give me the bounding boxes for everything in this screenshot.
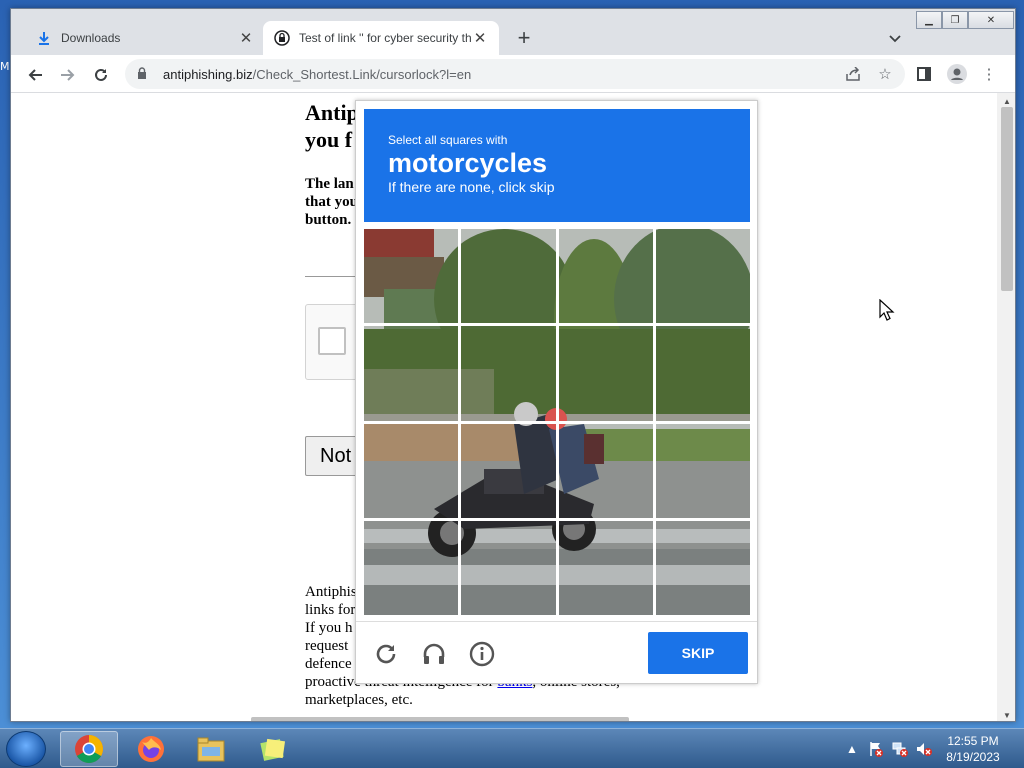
- grid-tile-7[interactable]: [558, 326, 653, 421]
- forward-icon[interactable]: [54, 61, 82, 89]
- grid-tile-11[interactable]: [558, 423, 653, 518]
- window-controls: ▁ ❐ ✕: [916, 11, 1014, 29]
- grid-tile-5[interactable]: [364, 326, 459, 421]
- recaptcha-challenge: Select all squares with motorcycles If t…: [355, 100, 758, 684]
- close-tab-icon[interactable]: ✕: [237, 29, 255, 47]
- padlock-icon: [137, 66, 151, 82]
- vertical-scrollbar[interactable]: ▲ ▼: [997, 93, 1015, 721]
- grid-tile-6[interactable]: [461, 326, 556, 421]
- scroll-down-icon[interactable]: ▼: [997, 707, 1015, 721]
- grid-tile-12[interactable]: [655, 423, 750, 518]
- tile-image: [364, 520, 459, 615]
- info-icon[interactable]: [467, 639, 497, 669]
- tile-image: [655, 229, 750, 324]
- close-window-icon[interactable]: ✕: [968, 11, 1014, 29]
- bookmark-star-icon[interactable]: ☆: [872, 61, 898, 87]
- share-icon[interactable]: [840, 61, 866, 87]
- profile-avatar-icon[interactable]: [944, 61, 970, 87]
- mouse-cursor-icon: [879, 299, 895, 321]
- url-path: /Check_Shortest.Link/cursorlock?l=en: [252, 66, 472, 82]
- desktop-letter: M: [0, 60, 10, 73]
- grid-tile-1[interactable]: [364, 229, 459, 324]
- download-icon: [35, 29, 53, 47]
- chrome-icon[interactable]: [60, 731, 118, 767]
- start-button[interactable]: [6, 731, 46, 767]
- grid-tile-2[interactable]: [461, 229, 556, 324]
- skip-button[interactable]: SKIP: [648, 632, 748, 674]
- browser-toolbar: antiphishing.biz/Check_Shortest.Link/cur…: [11, 55, 1015, 93]
- tab-label: Test of link '' for cyber security th: [299, 31, 471, 45]
- firefox-icon[interactable]: [122, 731, 180, 767]
- grid-tile-13[interactable]: [364, 520, 459, 615]
- grid-tile-8[interactable]: [655, 326, 750, 421]
- network-icon[interactable]: [888, 737, 912, 761]
- menu-kebab-icon[interactable]: ⋮: [976, 61, 1002, 87]
- tile-image: [461, 423, 556, 518]
- image-grid: [364, 229, 750, 615]
- tile-image: [558, 423, 653, 518]
- side-panel-icon[interactable]: [911, 61, 937, 87]
- reload-icon[interactable]: [371, 639, 401, 669]
- grid-tile-3[interactable]: [558, 229, 653, 324]
- tile-image: [558, 520, 653, 615]
- url-domain: antiphishing.biz: [163, 66, 253, 82]
- challenge-header: Select all squares with motorcycles If t…: [364, 109, 750, 222]
- challenge-instruction: Select all squares with: [388, 133, 508, 147]
- scroll-thumb[interactable]: [1001, 107, 1013, 291]
- tab-test-link[interactable]: Test of link '' for cyber security th ✕: [263, 21, 499, 55]
- volume-muted-icon[interactable]: [912, 737, 936, 761]
- chevron-down-icon[interactable]: [883, 27, 907, 51]
- taskbar: ▲ 12:55 PM 8/19/2023: [0, 728, 1024, 768]
- back-icon[interactable]: [21, 61, 49, 89]
- tile-image: [364, 326, 459, 421]
- file-explorer-icon[interactable]: [182, 731, 240, 767]
- clock-date: 8/19/2023: [946, 750, 1000, 764]
- address-bar[interactable]: antiphishing.biz/Check_Shortest.Link/cur…: [125, 59, 905, 89]
- close-tab-icon[interactable]: ✕: [471, 29, 489, 47]
- tab-downloads[interactable]: Downloads ✕: [25, 21, 265, 55]
- system-clock[interactable]: 12:55 PM 8/19/2023: [936, 733, 1010, 765]
- grid-tile-15[interactable]: [558, 520, 653, 615]
- audio-icon[interactable]: [419, 639, 449, 669]
- minimize-icon[interactable]: ▁: [916, 11, 942, 29]
- tile-image: [364, 229, 459, 324]
- lock-icon: [273, 29, 291, 47]
- system-tray: ▲: [840, 731, 936, 767]
- grid-tile-4[interactable]: [655, 229, 750, 324]
- clock-time: 12:55 PM: [947, 734, 999, 748]
- grid-tile-10[interactable]: [461, 423, 556, 518]
- description-line: marketplaces, etc.: [305, 692, 413, 708]
- tile-image: [558, 326, 653, 421]
- tab-strip: Downloads ✕ Test of link '' for cyber se…: [11, 9, 1015, 55]
- challenge-footer: SKIP: [356, 621, 757, 683]
- restore-icon[interactable]: ❐: [942, 11, 968, 29]
- tile-image: [364, 423, 459, 518]
- tile-image: [655, 423, 750, 518]
- grid-tile-9[interactable]: [364, 423, 459, 518]
- tile-image: [558, 229, 653, 324]
- tile-image: [655, 520, 750, 615]
- challenge-target: motorcycles: [388, 148, 548, 178]
- action-center-icon[interactable]: [864, 737, 888, 761]
- reload-page-icon[interactable]: [87, 61, 115, 89]
- tile-image: [461, 229, 556, 324]
- tab-label: Downloads: [61, 31, 121, 45]
- challenge-hint: If there are none, click skip: [388, 179, 555, 195]
- sticky-notes-icon[interactable]: [244, 731, 302, 767]
- recaptcha-checkbox[interactable]: [318, 327, 346, 355]
- tile-image: [461, 520, 556, 615]
- grid-tile-14[interactable]: [461, 520, 556, 615]
- horizontal-scroll-thumb[interactable]: [251, 717, 629, 721]
- tile-image: [655, 326, 750, 421]
- show-hidden-icons-icon[interactable]: ▲: [840, 737, 864, 761]
- tile-image: [461, 326, 556, 421]
- grid-tile-16[interactable]: [655, 520, 750, 615]
- new-tab-icon[interactable]: +: [511, 25, 537, 51]
